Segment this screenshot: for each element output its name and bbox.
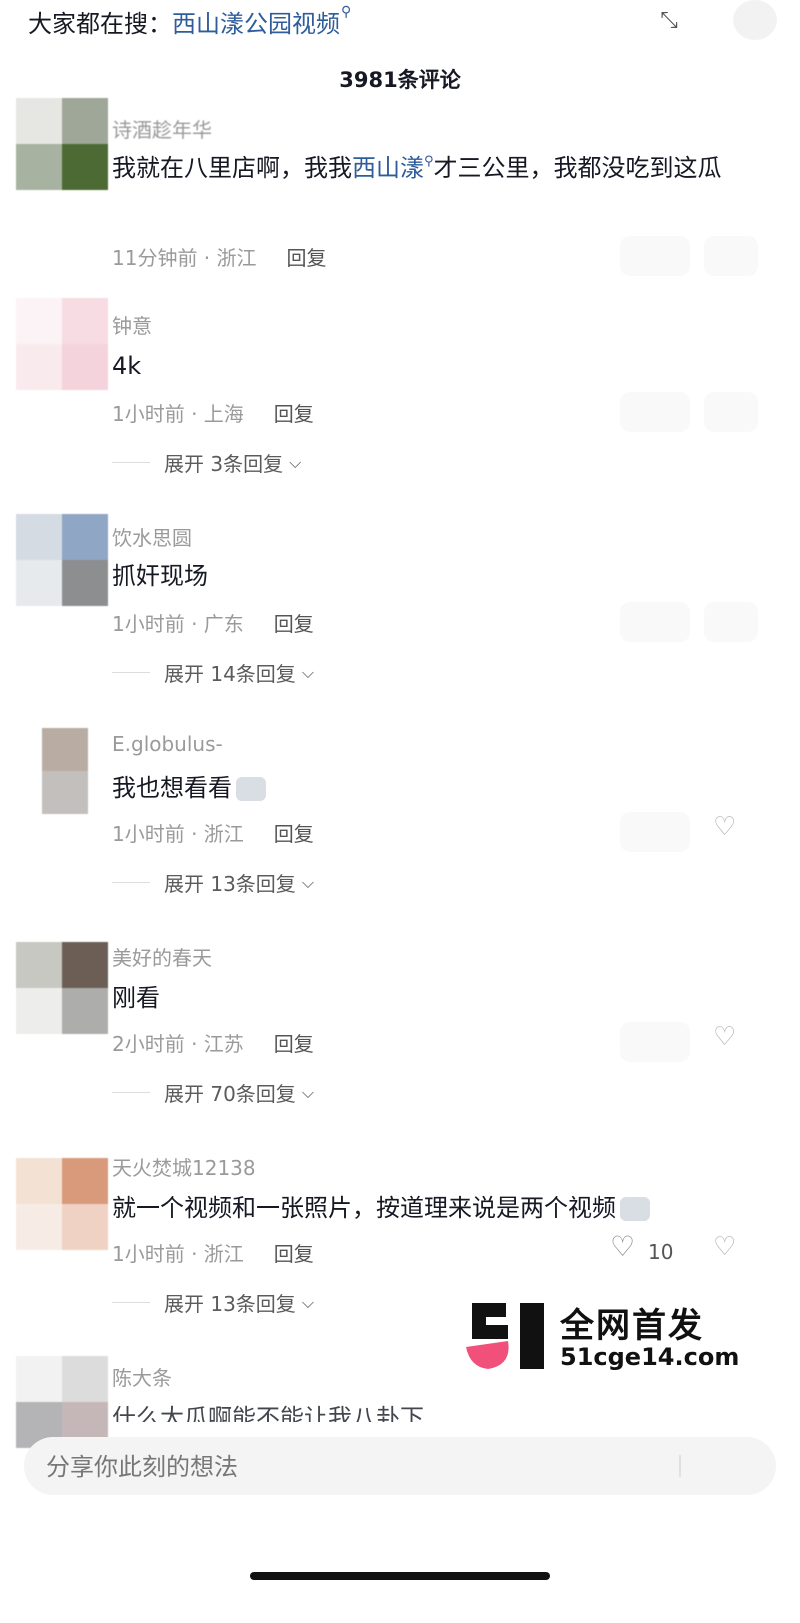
avatar[interactable]: [16, 1356, 108, 1448]
comment-meta: 1小时前 · 上海 回复: [112, 398, 314, 427]
divider: [112, 1092, 150, 1093]
comment-keyword-link[interactable]: 西山漾: [352, 154, 424, 182]
watermark-logo: [466, 1303, 544, 1369]
close-circle-button[interactable]: [733, 0, 777, 40]
comment-nickname[interactable]: 美好的春天: [112, 942, 212, 971]
chevron-down-icon: ⌵: [301, 1082, 314, 1102]
reply-button[interactable]: 回复: [274, 612, 314, 636]
chevron-down-icon: ⌵: [301, 1292, 314, 1312]
comment-meta: 1小时前 · 广东 回复: [112, 608, 314, 637]
comment-meta: 2小时前 · 江苏 回复: [112, 1028, 314, 1057]
comment-meta: 1小时前 · 浙江 回复: [112, 1238, 314, 1267]
chevron-down-icon: ⌵: [301, 662, 314, 682]
broken-heart-icon[interactable]: ♡: [713, 1022, 736, 1052]
dislike-button[interactable]: [704, 236, 758, 276]
comment-text: 我也想看看: [112, 766, 772, 810]
comment-nickname[interactable]: 钟意: [112, 310, 152, 339]
reply-button[interactable]: 回复: [274, 1242, 314, 1266]
top-bar: 大家都在搜：西山漾公园视频⚲ ⤡: [0, 0, 800, 44]
comment-text: 抓奸现场: [112, 562, 208, 590]
time-location: 2小时前 · 江苏: [112, 1032, 244, 1056]
expand-replies-button[interactable]: 展开 13条回复 ⌵: [112, 868, 314, 897]
emoji-icon: [236, 777, 266, 801]
expand-replies-button[interactable]: 展开 14条回复 ⌵: [112, 658, 314, 687]
comment-text: 4k: [112, 352, 142, 380]
expand-replies-button[interactable]: 展开 3条回复 ⌵: [112, 448, 301, 477]
comment-meta: 1小时前 · 浙江 回复: [112, 818, 314, 847]
emoji-icon: [620, 1197, 650, 1221]
heart-icon[interactable]: ♡: [610, 1230, 635, 1263]
like-count: 10: [648, 1240, 674, 1264]
reply-button[interactable]: 回复: [274, 402, 314, 426]
like-button[interactable]: [620, 1022, 690, 1062]
comment-nickname[interactable]: E.globulus-: [112, 732, 223, 756]
logo-block-pink: [466, 1341, 509, 1369]
like-button[interactable]: [620, 812, 690, 852]
avatar[interactable]: [16, 942, 108, 1034]
broken-heart-icon[interactable]: ♡: [713, 1232, 736, 1262]
dislike-button[interactable]: [704, 392, 758, 432]
trending-search-hint[interactable]: 大家都在搜：西山漾公园视频⚲: [28, 4, 351, 39]
logo-block-dark: [520, 1303, 544, 1369]
logo-block-dark: [472, 1325, 508, 1339]
reply-button[interactable]: 回复: [287, 246, 327, 270]
divider: [112, 462, 150, 463]
like-button[interactable]: [620, 236, 690, 276]
comment-text: 就一个视频和一张照片，按道理来说是两个视频: [112, 1186, 772, 1230]
divider: [112, 882, 150, 883]
comment-count-title: 3981条评论: [339, 68, 461, 92]
avatar[interactable]: [16, 98, 108, 190]
avatar[interactable]: [16, 514, 108, 606]
reply-button[interactable]: 回复: [274, 1032, 314, 1056]
dislike-button[interactable]: [704, 602, 758, 642]
broken-heart-icon[interactable]: ♡: [713, 812, 736, 842]
divider: [112, 1302, 150, 1303]
reply-button[interactable]: 回复: [274, 822, 314, 846]
comment-nickname[interactable]: 诗酒趁年华: [112, 114, 212, 143]
divider: [679, 1455, 681, 1477]
comment-meta: 11分钟前 · 浙江 回复: [112, 242, 327, 271]
magnifier-icon: ⚲: [341, 4, 352, 20]
expand-replies-button[interactable]: 展开 70条回复 ⌵: [112, 1078, 314, 1107]
watermark-url: 51cge14.com: [560, 1343, 740, 1371]
comment-input[interactable]: [44, 1437, 648, 1497]
time-location: 1小时前 · 浙江: [112, 1242, 244, 1266]
comment-text: 刚看: [112, 984, 160, 1012]
time-location: 1小时前 · 浙江: [112, 822, 244, 846]
magnifier-icon: ⚲: [424, 154, 434, 169]
comment-text: 我就在八里店啊，我我西山漾⚲才三公里，我都没吃到这瓜: [112, 146, 772, 190]
collapse-arrows-icon[interactable]: ⤡: [655, 6, 683, 34]
chevron-down-icon: ⌵: [289, 452, 302, 472]
time-location: 1小时前 · 上海: [112, 402, 244, 426]
comment-nickname[interactable]: 饮水思圆: [112, 522, 192, 551]
watermark-title: 全网首发: [560, 1306, 704, 1346]
comment-text: 什么大瓜啊能不能让我八卦下: [112, 1404, 424, 1422]
divider: [112, 672, 150, 673]
like-button[interactable]: [620, 392, 690, 432]
search-prefix: 大家都在搜：: [28, 10, 172, 38]
search-keyword[interactable]: 西山漾公园视频: [172, 10, 340, 38]
comment-nickname[interactable]: 陈大条: [112, 1362, 172, 1391]
comment-input-bar: [24, 1437, 776, 1497]
time-location: 11分钟前 · 浙江: [112, 246, 257, 270]
home-indicator[interactable]: [250, 1572, 550, 1580]
avatar[interactable]: [16, 1158, 108, 1250]
like-button[interactable]: [620, 602, 690, 642]
expand-replies-button[interactable]: 展开 13条回复 ⌵: [112, 1288, 314, 1317]
time-location: 1小时前 · 广东: [112, 612, 244, 636]
chevron-down-icon: ⌵: [301, 872, 314, 892]
avatar[interactable]: [42, 728, 88, 814]
comment-nickname[interactable]: 天火焚城12138: [112, 1152, 256, 1181]
avatar[interactable]: [16, 298, 108, 390]
